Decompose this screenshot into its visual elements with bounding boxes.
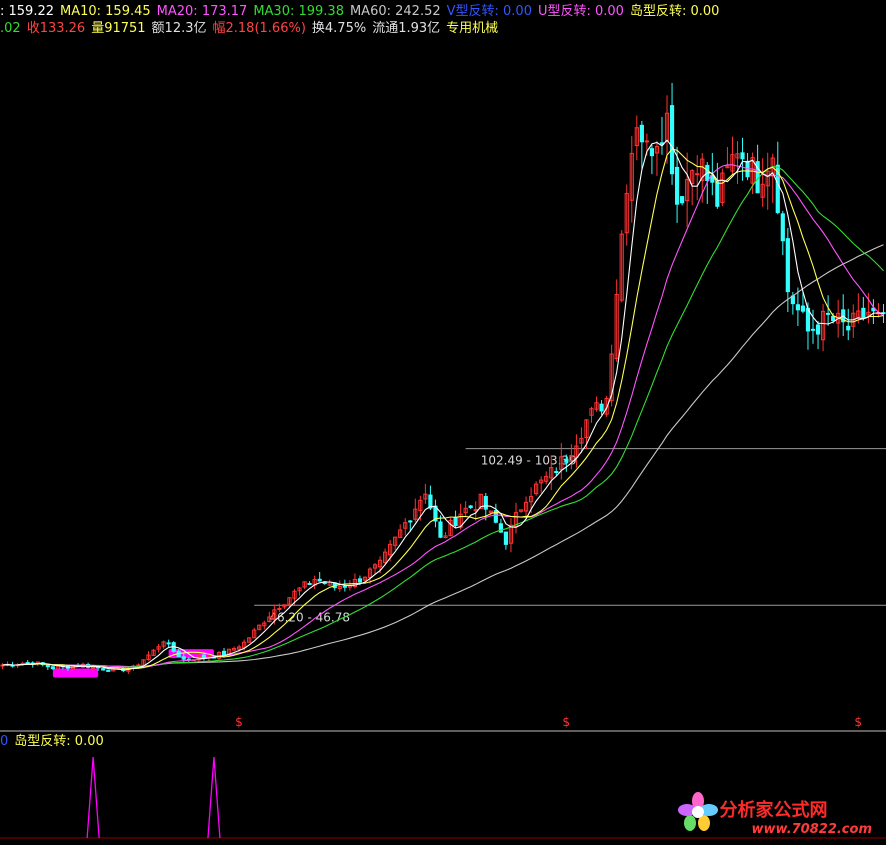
candle-body (680, 196, 685, 204)
candle-body (554, 471, 559, 474)
candle-body (136, 664, 141, 667)
ma30-line (2, 166, 884, 668)
candle-body (221, 650, 227, 656)
candle-body (810, 328, 816, 331)
candle-body (831, 315, 836, 322)
candle-body (357, 578, 363, 583)
candle-body (166, 642, 171, 645)
dollar-marker-icon: $ (854, 715, 862, 729)
watermark: 分析家公式网 www.70822.com (677, 792, 873, 837)
candle-body (201, 654, 206, 658)
candle-body (826, 312, 831, 315)
watermark-title: 分析家公式网 (719, 800, 828, 821)
candle-body (695, 173, 700, 176)
candle-body (800, 305, 806, 312)
candle-body (408, 520, 413, 523)
candle-body (639, 124, 644, 143)
candle-body (101, 668, 106, 671)
candle-body (50, 666, 55, 670)
candle-body (307, 583, 312, 586)
signal-zone-bar (52, 668, 99, 678)
candle-body (649, 148, 655, 157)
candle-body (564, 458, 569, 463)
signal-spike (207, 756, 221, 839)
candle-body (45, 664, 50, 668)
candle-body (599, 403, 604, 412)
candle-body (503, 531, 509, 545)
candle-body (317, 578, 322, 582)
candle-body (861, 307, 866, 320)
candle-body (106, 669, 111, 672)
candle-body (785, 238, 790, 293)
ma5-line (2, 139, 884, 671)
candle-body (438, 521, 443, 538)
indicator-label: 岛型反转: 0.00 (14, 734, 104, 749)
candle-body (740, 152, 745, 160)
candle-body (342, 585, 347, 588)
ma10-line (2, 148, 884, 670)
candle-body (453, 516, 458, 527)
candle-body (674, 166, 680, 205)
candle-body (25, 662, 30, 665)
dollar-marker-icon: $ (562, 715, 570, 729)
dollar-marker-icon: $ (235, 715, 243, 729)
candle-body (181, 656, 186, 660)
candle-body (644, 140, 649, 143)
candle-body (846, 325, 851, 331)
candle-body (277, 607, 282, 610)
candle-body (815, 324, 821, 335)
signal-spike (86, 756, 100, 839)
watermark-url: www.70822.com (751, 822, 873, 837)
kline-chart[interactable]: 102.49 - 103.3946.20 - 46.78$ $ $ (0, 0, 886, 845)
candle-body (468, 505, 473, 508)
ma20-line (2, 164, 884, 668)
support-level-label: 102.49 - 103.39 (481, 454, 577, 468)
candle-body (669, 105, 675, 175)
indicator-legend: 0 岛型反转: 0.00 (0, 734, 110, 750)
indicator-prefix: 0 (0, 734, 9, 749)
candle-body (715, 181, 720, 207)
ma60-line (2, 244, 884, 668)
candle-body (780, 213, 785, 242)
candle-body (795, 304, 801, 311)
candle-body (483, 496, 488, 510)
flower-logo-icon (677, 792, 718, 831)
